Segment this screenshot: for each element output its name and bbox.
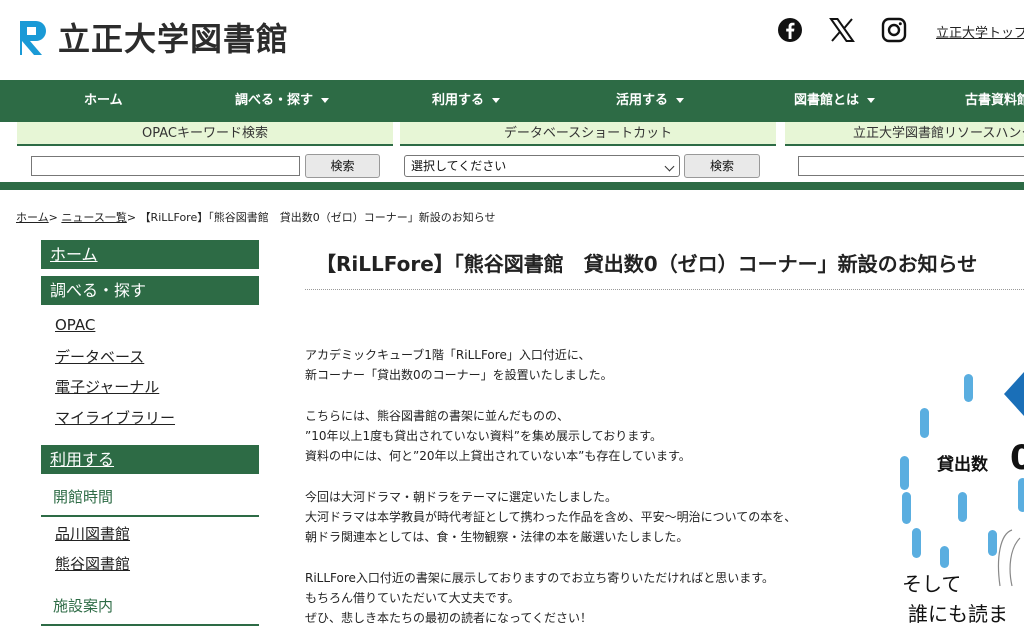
database-shortcut-title: データベースショートカット xyxy=(400,122,776,146)
sidebar-facility-heading: 施設案内 xyxy=(41,595,259,626)
sidebar-use-heading[interactable]: 利用する xyxy=(41,445,259,474)
nav-label: ホーム xyxy=(84,93,123,108)
caret-down-icon xyxy=(321,98,330,103)
rain-drop xyxy=(958,492,967,522)
title-divider xyxy=(305,289,1024,290)
illustration-number: 0 xyxy=(1010,438,1024,478)
breadcrumb-separator: > xyxy=(126,211,137,224)
illustration-label: 貸出数 xyxy=(937,455,988,475)
corner-illustration: 貸出数 0 そして 誰にも読ま xyxy=(880,360,1024,635)
breadcrumb-current: 【RiLLFore】「熊谷図書館 貸出数0（ゼロ）コーナー」新設のお知らせ xyxy=(139,211,496,224)
breadcrumb: ホーム> ニュース一覧> 【RiLLFore】「熊谷図書館 貸出数0（ゼロ）コー… xyxy=(16,209,496,225)
nav-item-home[interactable]: ホーム xyxy=(84,80,123,122)
nav-label: 利用する xyxy=(432,93,485,108)
paragraph-line: アカデミックキューブ1階「RiLLFore」入口付近に、 xyxy=(305,348,591,362)
logo-text: 立正大学図書館 xyxy=(58,20,290,58)
sidebar-link-ejournal[interactable]: 電子ジャーナル xyxy=(55,376,159,397)
rain-drop xyxy=(912,528,921,558)
sidebar-search-heading: 調べる・探す xyxy=(41,276,259,305)
character-figure-icon xyxy=(997,529,1021,587)
illustration-caption-1: そして xyxy=(902,572,962,596)
rain-drop xyxy=(902,492,911,524)
resource-hunter-input[interactable] xyxy=(798,156,1024,176)
paragraph-line: 資料の中には、何と”20年以上貸出されていない本”も存在しています。 xyxy=(305,449,691,463)
resource-hunter-title: 立正大学図書館リソースハンター xyxy=(785,122,1024,146)
breadcrumb-separator: > xyxy=(48,211,58,224)
sidebar-link-my-library[interactable]: マイライブラリー xyxy=(55,407,175,428)
book-shape-icon xyxy=(1004,372,1024,416)
database-select-value: 選択してください xyxy=(411,159,507,173)
nav-item-utilize[interactable]: 活用する xyxy=(616,80,685,122)
logo-mark-icon xyxy=(20,21,46,55)
rain-drop xyxy=(920,408,929,438)
main-nav: ホーム 調べる・探す 利用する 活用する 図書館とは 古書資料館 xyxy=(0,80,1024,122)
rain-drop xyxy=(964,374,973,402)
opac-search-box: OPACキーワード検索 検索 xyxy=(17,122,393,182)
nav-item-about[interactable]: 図書館とは xyxy=(794,80,876,122)
paragraph-line: RiLLFore入口付近の書架に展示しておりますのでお立ち寄りいただければと思い… xyxy=(305,571,774,585)
nav-label: 活用する xyxy=(616,93,669,108)
resource-hunter-box: 立正大学図書館リソースハンター xyxy=(785,122,1024,182)
opac-search-input[interactable] xyxy=(31,156,300,176)
site-header: 立正大学図書館 立正大学トップ xyxy=(0,0,1024,80)
database-select[interactable]: 選択してください xyxy=(404,155,680,177)
paragraph-line: 今回は大河ドラマ・朝ドラをテーマに選定いたしました。 xyxy=(305,490,618,504)
page-title: 【RiLLFore】「熊谷図書館 貸出数0（ゼロ）コーナー」新設のお知らせ xyxy=(316,252,978,276)
paragraph-line: ぜひ、悲しき本たちの最初の読者になってください！ xyxy=(305,611,593,625)
instagram-icon[interactable] xyxy=(880,16,908,44)
paragraph-line: 朝ドラ関連本としては、食・生物観察・法律の本を厳選いたしました。 xyxy=(305,530,689,544)
caret-down-icon xyxy=(867,98,876,103)
paragraph-line: 新コーナー「貸出数0のコーナー」を設置いたしました。 xyxy=(305,368,613,382)
opac-search-button[interactable]: 検索 xyxy=(305,154,380,178)
nav-item-old-books[interactable]: 古書資料館 xyxy=(965,80,1024,122)
sidebar-home[interactable]: ホーム xyxy=(41,240,259,269)
sidebar-link-kumagaya[interactable]: 熊谷図書館 xyxy=(55,553,130,574)
rain-drop xyxy=(900,456,909,490)
nav-label: 調べる・探す xyxy=(235,93,314,108)
sidebar-link-opac[interactable]: OPAC xyxy=(55,316,95,334)
chevron-down-icon xyxy=(664,161,675,172)
breadcrumb-news[interactable]: ニュース一覧 xyxy=(61,211,126,224)
nav-item-search[interactable]: 調べる・探す xyxy=(235,80,330,122)
breadcrumb-home[interactable]: ホーム xyxy=(16,211,49,224)
sidebar-link-shinagawa[interactable]: 品川図書館 xyxy=(55,523,130,544)
nav-label: 古書資料館 xyxy=(965,93,1024,108)
paragraph-line: ”10年以上1度も貸出されていない資料”を集め展示しております。 xyxy=(305,429,663,443)
database-shortcut-box: データベースショートカット 選択してください 検索 xyxy=(400,122,776,182)
nav-item-use[interactable]: 利用する xyxy=(432,80,501,122)
site-logo[interactable]: 立正大学図書館 xyxy=(16,14,289,60)
database-search-button[interactable]: 検索 xyxy=(684,154,760,178)
article-paragraph: RiLLFore入口付近の書架に展示しておりますのでお立ち寄りいただければと思い… xyxy=(305,568,774,628)
university-top-link[interactable]: 立正大学トップ xyxy=(936,22,1024,41)
rain-drop xyxy=(940,546,949,568)
search-strip: OPACキーワード検索 検索 データベースショートカット 選択してください 検索… xyxy=(0,122,1024,182)
caret-down-icon xyxy=(676,98,685,103)
sidebar-hours-heading: 開館時間 xyxy=(41,486,259,517)
illustration-caption-2: 誰にも読ま xyxy=(908,602,1008,626)
x-icon[interactable] xyxy=(828,16,856,44)
opac-search-title: OPACキーワード検索 xyxy=(17,122,393,146)
rain-drop xyxy=(1018,478,1024,512)
divider-bar xyxy=(0,182,1024,190)
paragraph-line: もちろん借りていただいて大丈夫です。 xyxy=(305,591,520,605)
paragraph-line: 大河ドラマは本学教員が時代考証として携わった作品を含め、平安～明治についての本を… xyxy=(305,510,797,524)
article-paragraph: アカデミックキューブ1階「RiLLFore」入口付近に、 新コーナー「貸出数0の… xyxy=(305,345,613,385)
article-paragraph: 今回は大河ドラマ・朝ドラをテーマに選定いたしました。 大河ドラマは本学教員が時代… xyxy=(305,487,796,547)
facebook-icon[interactable] xyxy=(776,16,804,44)
nav-label: 図書館とは xyxy=(794,93,860,108)
article-paragraph: こちらには、熊谷図書館の書架に並んだものの、 ”10年以上1度も貸出されていない… xyxy=(305,406,691,466)
paragraph-line: こちらには、熊谷図書館の書架に並んだものの、 xyxy=(305,409,570,423)
sidebar-link-database[interactable]: データベース xyxy=(55,346,144,367)
caret-down-icon xyxy=(492,98,501,103)
